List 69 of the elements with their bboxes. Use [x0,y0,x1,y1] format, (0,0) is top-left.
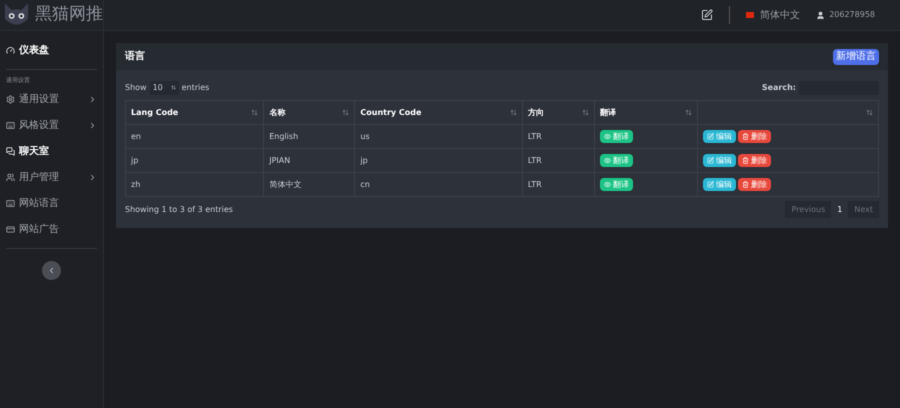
sort-icon [582,109,589,116]
trash-icon [742,181,749,188]
sidebar-item[interactable]: 仪表盘 [6,37,97,63]
page-size-select[interactable]: 10 [150,80,179,94]
entries-info: Showing 1 to 3 of 3 entries [125,204,233,216]
column-header[interactable]: Country Code [354,100,522,124]
show-label: Show [125,82,147,94]
table-cell: English [264,124,355,148]
search-label: Search: [762,82,796,94]
column-header[interactable]: 方向 [522,100,594,124]
logo-text: 黑猫网推 [35,3,103,26]
table-cell: jp [354,148,522,172]
sidebar-item[interactable]: 风格设置 [6,112,97,138]
chevron-icon [88,172,97,182]
table-cell: cn [354,172,522,196]
delete-button[interactable]: 删除 [738,178,771,191]
eye-icon [604,181,611,188]
trash-icon [742,157,749,164]
language-menu[interactable]: 简体中文 [760,8,800,22]
page-button[interactable]: 1 [831,201,848,218]
table-cell: jp [126,148,264,172]
delete-button[interactable]: 删除 [738,130,771,143]
entries-label: entries [182,82,210,94]
select-arrows-icon [170,85,176,90]
keyboard-icon [6,120,15,130]
table-cell: us [354,124,522,148]
table-cell: en [126,124,264,148]
column-header[interactable]: 翻译 [594,100,698,124]
pencil-icon [707,157,714,164]
table-cell: 简体中文 [264,172,355,196]
table-cell: LTR [522,148,594,172]
flag-icon [746,12,754,18]
chat-icon [6,146,15,156]
gear-icon [6,94,15,104]
sidebar-item[interactable]: 聊天室 [6,138,97,164]
keyboard-icon [6,198,15,208]
sort-icon [685,109,692,116]
pencil-icon [707,181,714,188]
sort-icon [342,109,350,116]
sort-icon [866,109,873,116]
trash-icon [742,133,749,140]
column-header[interactable]: Lang Code [126,100,264,124]
chevron-icon [88,94,97,104]
eye-icon [604,157,611,164]
sidebar-item[interactable]: 网站广告 [6,216,97,242]
gauge-icon [6,46,15,54]
edit-icon[interactable] [701,9,714,21]
sort-icon [251,109,258,116]
user-menu[interactable]: 206278958 [829,9,875,21]
chevron-icon [88,120,97,130]
table-cell: zh [126,172,264,196]
table-cell: LTR [522,124,594,148]
card-icon [6,224,15,234]
sidebar-item[interactable]: 网站语言 [6,190,97,216]
pencil-icon [707,133,714,140]
panel-title: 语言 [125,49,145,64]
sort-icon [510,109,517,116]
users-icon [6,172,15,182]
eye-icon [604,133,611,140]
table-cell: JPIAN [264,148,355,172]
sidebar-item[interactable]: 通用设置 [6,86,97,112]
table-cell: LTR [522,172,594,196]
chevron-left-icon [47,266,56,275]
user-icon [816,10,826,20]
sidebar-item[interactable]: 用户管理 [6,164,97,190]
column-header[interactable]: 名称 [264,100,355,124]
delete-button[interactable]: 删除 [738,154,771,167]
collapse-button[interactable] [42,261,61,280]
add-language-button[interactable]: 新增语言 [833,48,879,64]
